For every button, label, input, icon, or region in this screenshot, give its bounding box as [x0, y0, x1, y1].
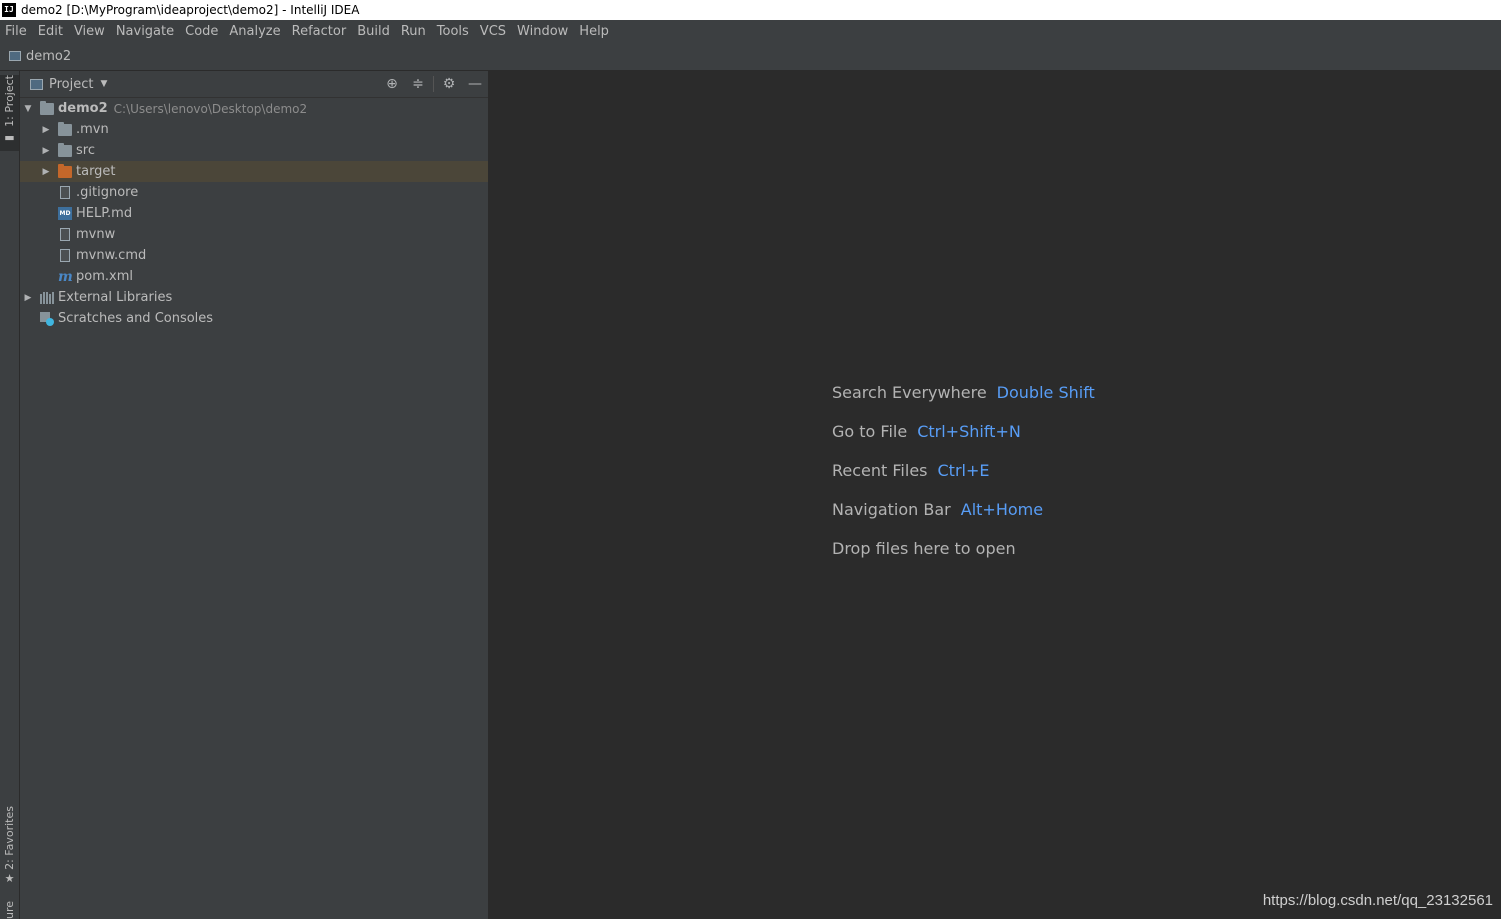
breadcrumb-demo2[interactable]: demo2: [26, 49, 71, 64]
project-panel-header: Project ▼ ⊕ ≑ ⚙ —: [20, 71, 488, 98]
hint-label: Recent Files: [832, 461, 928, 480]
tree-item-label: mvnw.cmd: [76, 248, 147, 263]
tree-item-label: External Libraries: [58, 290, 173, 305]
navigation-bar: demo2: [0, 42, 1501, 71]
tree-item-label: mvnw: [76, 227, 116, 242]
tool-window-structure-label: ure: [3, 901, 16, 919]
menu-navigate[interactable]: Navigate: [111, 24, 180, 39]
library-icon: [40, 291, 54, 304]
hint-label: Navigation Bar: [832, 500, 951, 519]
window-title-bar: IJ demo2 [D:\MyProgram\ideaproject\demo2…: [0, 0, 1501, 20]
tree-item-label: pom.xml: [76, 269, 133, 284]
collapsed-arrow-icon[interactable]: ▶: [40, 125, 52, 135]
collapsed-arrow-icon[interactable]: ▶: [40, 167, 52, 177]
project-tool-window: Project ▼ ⊕ ≑ ⚙ — ▼ demo2 C:\Users\lenov…: [20, 71, 489, 919]
markdown-file-icon: MD: [58, 207, 72, 220]
hint-label: Search Everywhere: [832, 383, 987, 402]
hint-label: Go to File: [832, 422, 908, 441]
tool-window-project-label: 1: Project: [3, 75, 16, 127]
menu-tools[interactable]: Tools: [432, 24, 475, 39]
tree-item-label: src: [76, 143, 95, 158]
hint-shortcut: Alt+Home: [960, 500, 1044, 519]
window-title: demo2 [D:\MyProgram\ideaproject\demo2] -…: [21, 3, 360, 17]
left-tool-stripe: 1: Project ▬ 2: Favorites ★ ure: [0, 71, 20, 919]
folder-icon: ▬: [4, 130, 15, 144]
scratches-icon: [40, 311, 54, 326]
tree-item-label: target: [76, 164, 116, 179]
project-view-selector[interactable]: Project: [49, 77, 93, 92]
folder-icon: [58, 142, 72, 157]
tree-item-target[interactable]: ▶ target: [20, 161, 488, 182]
menu-code[interactable]: Code: [180, 24, 224, 39]
tree-item-mvnw[interactable]: mvnw: [20, 224, 488, 245]
hint-shortcut: Double Shift: [996, 383, 1095, 402]
folder-icon: [58, 121, 72, 136]
hint-go-to-file: Go to File Ctrl+Shift+N: [832, 422, 1095, 461]
menu-build[interactable]: Build: [352, 24, 396, 39]
editor-hints: Search Everywhere Double Shift Go to Fil…: [832, 383, 1095, 578]
hint-navigation-bar: Navigation Bar Alt+Home: [832, 500, 1095, 539]
hint-shortcut: Ctrl+Shift+N: [917, 422, 1021, 441]
tree-item-mvnw-cmd[interactable]: mvnw.cmd: [20, 245, 488, 266]
hint-drop-files: Drop files here to open: [832, 539, 1095, 578]
module-folder-icon: [40, 100, 54, 115]
project-view-icon: [30, 78, 43, 90]
tree-item-label: .mvn: [76, 122, 109, 137]
hint-shortcut: Ctrl+E: [937, 461, 990, 480]
tool-window-favorites-button[interactable]: 2: Favorites ★: [0, 806, 19, 886]
tool-window-structure-button[interactable]: ure: [0, 901, 19, 919]
tree-item-label: HELP.md: [76, 206, 133, 221]
menu-analyze[interactable]: Analyze: [224, 24, 286, 39]
watermark-url: https://blog.csdn.net/qq_23132561: [1262, 892, 1493, 909]
tool-window-project-button[interactable]: 1: Project ▬: [0, 75, 19, 151]
text-file-icon: [60, 186, 70, 199]
tree-root-label: demo2: [58, 101, 108, 116]
tree-item-label: Scratches and Consoles: [58, 311, 214, 326]
tree-item-mvn[interactable]: ▶ .mvn: [20, 119, 488, 140]
maven-file-icon: m: [58, 268, 73, 285]
tree-root-demo2[interactable]: ▼ demo2 C:\Users\lenovo\Desktop\demo2: [20, 98, 488, 119]
menu-window[interactable]: Window: [512, 24, 574, 39]
hint-search-everywhere: Search Everywhere Double Shift: [832, 383, 1095, 422]
collapse-all-icon[interactable]: ≑: [405, 76, 431, 92]
hide-panel-icon[interactable]: —: [462, 76, 488, 92]
chevron-down-icon[interactable]: ▼: [100, 79, 107, 89]
hint-recent-files: Recent Files Ctrl+E: [832, 461, 1095, 500]
hint-label: Drop files here to open: [832, 539, 1016, 558]
tree-item-src[interactable]: ▶ src: [20, 140, 488, 161]
menu-file[interactable]: File: [0, 24, 33, 39]
tree-item-pom-xml[interactable]: m pom.xml: [20, 266, 488, 287]
project-folder-icon: [9, 51, 21, 61]
text-file-icon: [60, 228, 70, 241]
tree-item-scratches[interactable]: Scratches and Consoles: [20, 308, 488, 329]
menu-vcs[interactable]: VCS: [475, 24, 512, 39]
tree-item-help-md[interactable]: MD HELP.md: [20, 203, 488, 224]
menu-help[interactable]: Help: [574, 24, 615, 39]
editor-empty-area[interactable]: Search Everywhere Double Shift Go to Fil…: [489, 71, 1501, 919]
excluded-folder-icon: [58, 163, 72, 178]
star-icon: ★: [4, 871, 15, 885]
menu-refactor[interactable]: Refactor: [287, 24, 353, 39]
gear-icon[interactable]: ⚙: [436, 76, 462, 92]
expanded-arrow-icon[interactable]: ▼: [22, 104, 34, 114]
tool-window-favorites-label: 2: Favorites: [3, 806, 16, 870]
text-file-icon: [60, 249, 70, 262]
collapsed-arrow-icon[interactable]: ▶: [40, 146, 52, 156]
intellij-logo-icon: IJ: [2, 3, 16, 17]
project-tree: ▼ demo2 C:\Users\lenovo\Desktop\demo2 ▶ …: [20, 98, 488, 329]
tree-item-gitignore[interactable]: .gitignore: [20, 182, 488, 203]
menu-view[interactable]: View: [69, 24, 111, 39]
menu-bar: File Edit View Navigate Code Analyze Ref…: [0, 20, 1501, 42]
locate-file-icon[interactable]: ⊕: [379, 76, 405, 92]
tree-item-external-libraries[interactable]: ▶ External Libraries: [20, 287, 488, 308]
toolbar-divider: [433, 76, 434, 92]
menu-edit[interactable]: Edit: [33, 24, 69, 39]
collapsed-arrow-icon[interactable]: ▶: [22, 293, 34, 303]
tree-item-label: .gitignore: [76, 185, 139, 200]
menu-run[interactable]: Run: [396, 24, 432, 39]
tree-root-path: C:\Users\lenovo\Desktop\demo2: [113, 101, 308, 116]
